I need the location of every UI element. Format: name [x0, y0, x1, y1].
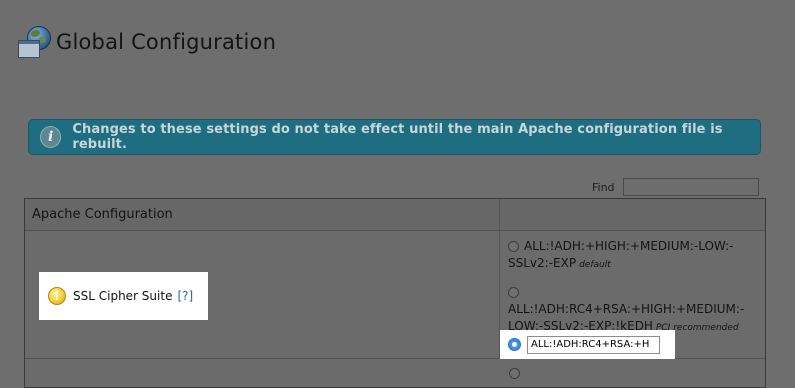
- find-input[interactable]: [622, 178, 759, 196]
- page-header: Global Configuration: [18, 24, 276, 60]
- globe-window-icon: [18, 26, 51, 58]
- find-label: Find: [592, 180, 615, 194]
- setting-label-text: SSL Cipher Suite: [73, 289, 173, 303]
- cipher-option-default[interactable]: ALL:!ADH:+HIGH:+MEDIUM:-LOW:- SSLv2:-EXP…: [508, 238, 758, 274]
- page-title: Global Configuration: [56, 30, 277, 54]
- help-link[interactable]: [?]: [177, 289, 193, 303]
- option-note: default: [579, 260, 611, 270]
- custom-cipher-input[interactable]: [527, 335, 660, 354]
- option-text: ALL:!ADH:RC4+RSA:+HIGH:+MEDIUM:-: [508, 302, 745, 316]
- option-text: SSLv2:-EXP: [508, 256, 577, 270]
- radio-button[interactable]: [508, 287, 519, 298]
- panel-heading: Apache Configuration: [25, 199, 765, 231]
- info-icon: i: [40, 126, 62, 148]
- setting-label: ! SSL Cipher Suite [?]: [39, 272, 208, 320]
- apache-config-panel: Apache Configuration ! SSL Cipher Suite …: [24, 198, 766, 388]
- info-notice: i Changes to these settings do not take …: [28, 119, 761, 155]
- radio-button-selected[interactable]: [508, 338, 521, 351]
- warning-icon: !: [48, 287, 66, 305]
- radio-button[interactable]: [508, 241, 519, 252]
- cipher-option-custom[interactable]: [500, 330, 675, 359]
- cipher-options: ALL:!ADH:+HIGH:+MEDIUM:-LOW:- SSLv2:-EXP…: [508, 238, 758, 337]
- info-notice-text: Changes to these settings do not take ef…: [72, 122, 723, 152]
- option-text: ALL:!ADH:+HIGH:+MEDIUM:-LOW:-: [524, 239, 734, 253]
- find-bar: Find: [592, 178, 759, 196]
